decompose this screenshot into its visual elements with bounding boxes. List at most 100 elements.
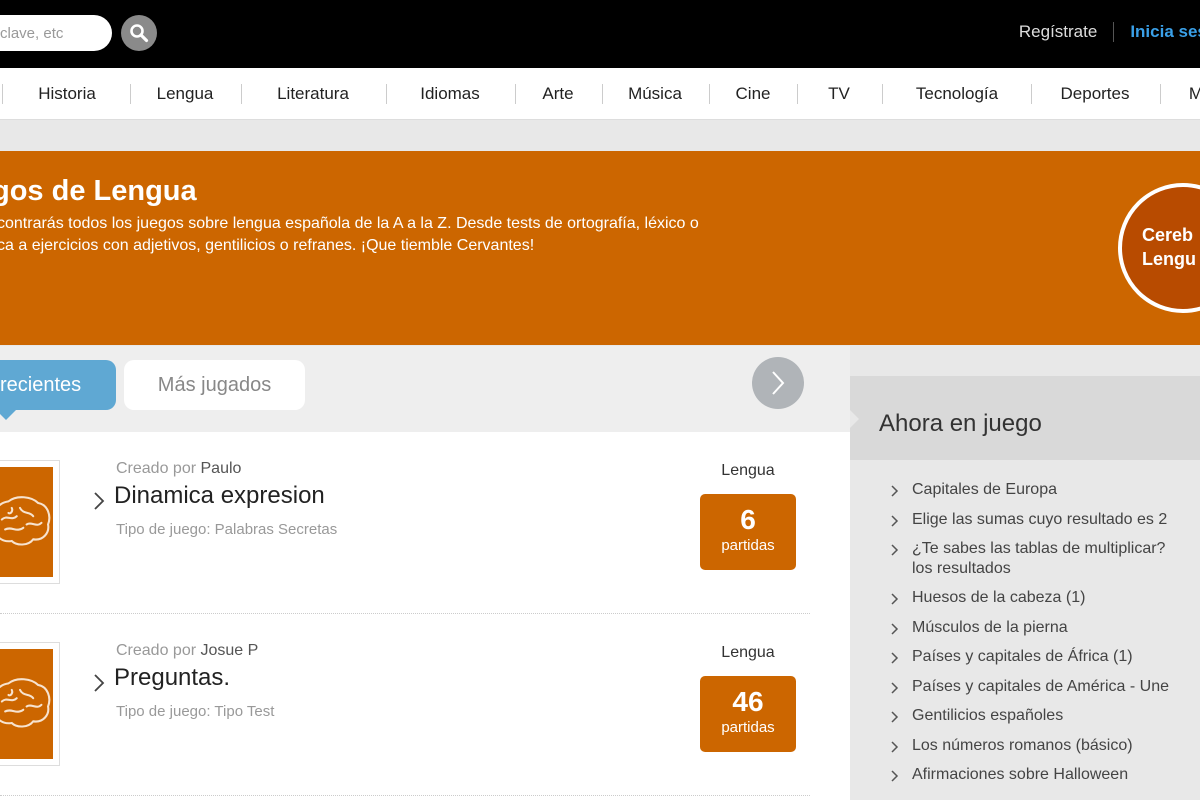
search-button[interactable] <box>121 15 157 51</box>
now-playing-item-label: ¿Te sabes las tablas de multiplicar? <box>912 540 1166 557</box>
top-bar: Regístrate Inicia sesió <box>0 0 1200 68</box>
nav-divider <box>1031 84 1032 104</box>
now-playing-item[interactable]: Afirmaciones sobre Halloween <box>890 765 1200 785</box>
login-link[interactable]: Inicia sesió <box>1130 22 1200 42</box>
chevron-right-icon <box>891 544 899 556</box>
game-title-link[interactable]: Preguntas. <box>114 664 230 692</box>
category-hero: gos de Lengua contrarás todos los juegos… <box>0 151 1200 345</box>
plays-label: partidas <box>721 537 775 554</box>
nav-item-tecnologia[interactable]: Tecnología <box>916 68 998 120</box>
nav-divider <box>882 84 883 104</box>
now-playing-item[interactable]: Los números romanos (básico) <box>890 736 1200 756</box>
nav-divider <box>602 84 603 104</box>
created-by-label: Creado por <box>116 642 197 659</box>
page-title: gos de Lengua <box>0 175 197 207</box>
now-playing-item[interactable]: Elige las sumas cuyo resultado es 2 <box>890 510 1200 530</box>
author-link[interactable]: Paulo <box>201 460 242 477</box>
nav-item-literatura[interactable]: Literatura <box>277 68 349 120</box>
auth-links: Regístrate Inicia sesió <box>1019 22 1200 42</box>
game-author-line: Creado por Paulo <box>116 460 241 478</box>
created-by-label: Creado por <box>116 460 197 477</box>
brain-icon <box>0 496 51 546</box>
chevron-right-icon <box>891 514 899 527</box>
now-playing-item-label: Huesos de la cabeza (1) <box>912 589 1086 606</box>
auth-divider <box>1113 22 1115 42</box>
now-playing-item[interactable]: ¿Te sabes las tablas de multiplicar? los… <box>890 539 1200 578</box>
nav-divider <box>130 84 131 104</box>
chevron-right-icon <box>891 652 899 664</box>
game-type: Tipo de juego: Palabras Secretas <box>116 521 338 538</box>
tab-recientes[interactable]: recientes <box>0 360 116 420</box>
nav-divider <box>709 84 710 104</box>
nav-item-deportes[interactable]: Deportes <box>1061 68 1130 120</box>
sidebar-header: Ahora en juego <box>850 376 1200 460</box>
game-row[interactable]: Creado por Josue P Preguntas. Tipo de ju… <box>0 614 810 796</box>
category-nav: Historia Lengua Literatura Idiomas Arte … <box>0 68 1200 120</box>
nav-item-lengua[interactable]: Lengua <box>157 68 214 120</box>
nav-item-historia[interactable]: Historia <box>38 68 96 120</box>
nav-item-tv[interactable]: TV <box>828 68 850 120</box>
now-playing-item-label: Países y capitales de América - Une <box>912 677 1170 695</box>
plays-label: partidas <box>721 719 775 736</box>
register-link[interactable]: Regístrate <box>1019 22 1097 42</box>
plays-badge: 6 partidas <box>700 494 796 570</box>
nav-divider <box>2 84 3 104</box>
game-category: Lengua <box>721 462 775 479</box>
sidebar-title: Ahora en juego <box>879 410 1042 437</box>
now-playing-item[interactable]: Capitales de Europa <box>890 480 1200 500</box>
now-playing-item-label: Capitales de Europa <box>912 481 1057 498</box>
chevron-right-icon <box>94 674 105 692</box>
chevron-right-icon <box>94 492 105 510</box>
chevron-right-icon <box>891 711 899 723</box>
game-row[interactable]: Creado por Paulo Dinamica expresion Tipo… <box>0 432 810 614</box>
nav-divider <box>241 84 242 104</box>
games-list-panel: recientes Más jugados Creado por Paulo D… <box>0 346 850 800</box>
game-category: Lengua <box>721 644 775 661</box>
plays-count: 6 <box>740 504 756 535</box>
nav-item-cine[interactable]: Cine <box>736 68 771 120</box>
search-input[interactable] <box>0 15 112 51</box>
next-page-button[interactable] <box>752 357 804 409</box>
nav-item-arte[interactable]: Arte <box>542 68 573 120</box>
plays-badge: 46 partidas <box>700 676 796 752</box>
now-playing-item-label: Gentilicios españoles <box>912 707 1064 724</box>
badge-line: Cereb <box>1142 225 1194 245</box>
badge-line: Lengu <box>1142 249 1196 269</box>
game-title-link[interactable]: Dinamica expresion <box>114 482 325 510</box>
description-line: ca a ejercicios con adjetivos, gentilici… <box>0 237 535 254</box>
nav-divider <box>797 84 798 104</box>
now-playing-item[interactable]: Países y capitales de África (1) <box>890 647 1200 667</box>
chevron-right-icon <box>772 371 785 395</box>
now-playing-sidebar: Ahora en juego Capitales de Europa Elige… <box>850 346 1200 800</box>
search-icon <box>130 24 149 43</box>
now-playing-item[interactable]: Gentilicios españoles <box>890 706 1200 726</box>
nav-divider <box>1160 84 1161 104</box>
now-playing-item-label: Afirmaciones sobre Halloween <box>912 766 1129 783</box>
now-playing-item[interactable]: Huesos de la cabeza (1) <box>890 588 1200 608</box>
nav-item-idiomas[interactable]: Idiomas <box>420 68 480 120</box>
now-playing-list: Capitales de Europa Elige las sumas cuyo… <box>890 480 1200 795</box>
chevron-right-icon <box>891 622 899 635</box>
plays-count: 46 <box>732 686 764 717</box>
chevron-right-icon <box>891 770 899 782</box>
tab-mas-jugados[interactable]: Más jugados <box>124 360 305 410</box>
chevron-right-icon <box>891 740 899 753</box>
game-thumbnail[interactable] <box>0 642 60 766</box>
cerebriti-lengua-badge[interactable]: Cereb Lengu <box>1118 183 1200 313</box>
nav-divider <box>515 84 516 104</box>
brain-icon <box>0 678 51 728</box>
category-description: contrarás todos los juegos sobre lengua … <box>0 213 817 257</box>
now-playing-item[interactable]: Músculos de la pierna <box>890 618 1200 638</box>
now-playing-item[interactable]: Países y capitales de América - Une <box>890 677 1200 697</box>
now-playing-item-label: Los números romanos (básico) <box>912 736 1133 754</box>
game-type: Tipo de juego: Tipo Test <box>116 703 275 720</box>
game-thumbnail[interactable] <box>0 460 60 584</box>
description-line: contrarás todos los juegos sobre lengua … <box>0 215 699 232</box>
nav-divider <box>386 84 387 104</box>
now-playing-item-label: Países y capitales de África (1) <box>912 648 1133 665</box>
nav-item-musica[interactable]: Música <box>628 68 682 120</box>
nav-item-more[interactable]: M <box>1189 68 1200 120</box>
author-link[interactable]: Josue P <box>201 642 259 659</box>
chevron-right-icon <box>891 593 899 605</box>
now-playing-item-label: Músculos de la pierna <box>912 618 1068 636</box>
